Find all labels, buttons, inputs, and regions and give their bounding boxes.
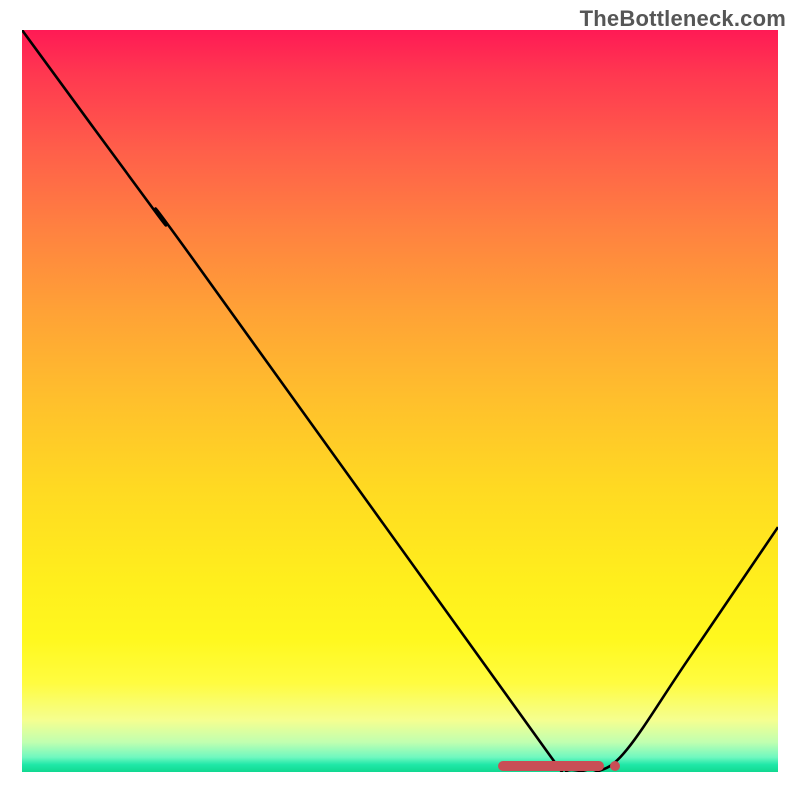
chart-curve-svg <box>22 30 778 772</box>
optimal-range-marker <box>498 761 604 771</box>
chart-plot-area <box>22 30 778 772</box>
watermark-text: TheBottleneck.com <box>580 6 786 32</box>
bottleneck-curve-line <box>22 30 778 772</box>
